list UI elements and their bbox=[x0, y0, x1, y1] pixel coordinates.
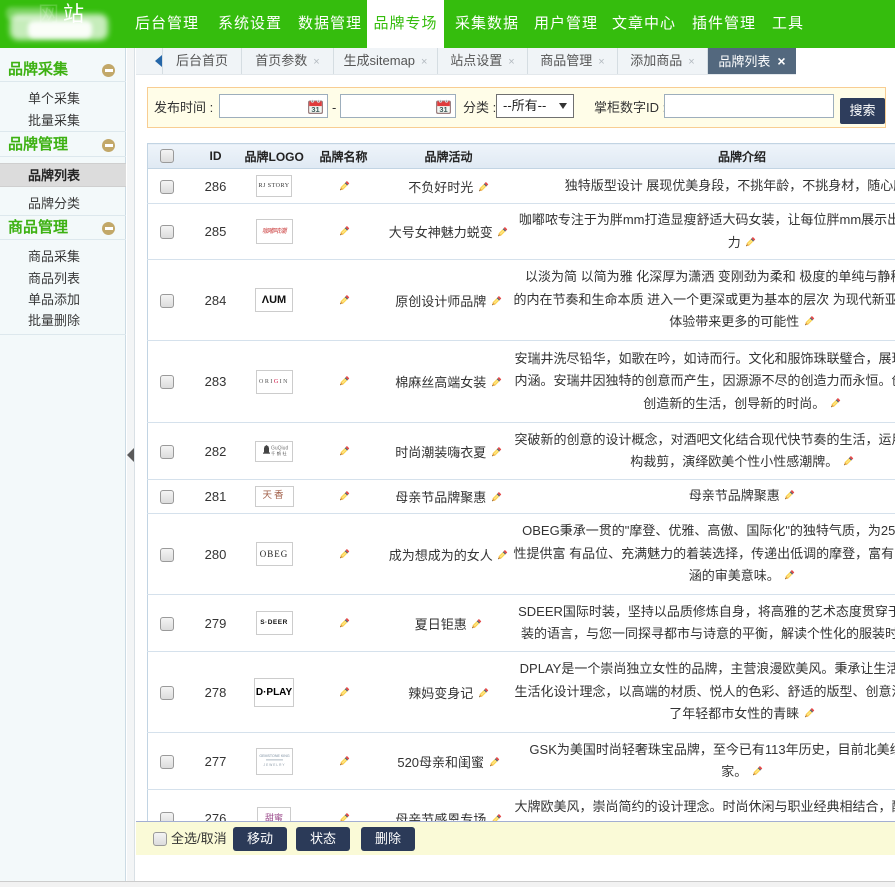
svg-text:GEMSTONE KING: GEMSTONE KING bbox=[259, 754, 289, 758]
svg-text:千鹤社: 千鹤社 bbox=[271, 450, 288, 457]
svg-text:JEWELRY: JEWELRY bbox=[263, 763, 285, 767]
svg-text:31: 31 bbox=[439, 105, 447, 114]
svg-text:31: 31 bbox=[311, 105, 319, 114]
